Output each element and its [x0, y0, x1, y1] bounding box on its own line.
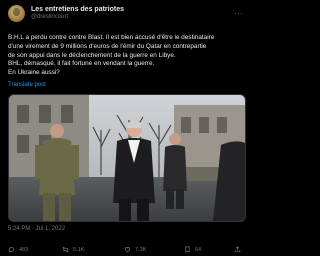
bookmark-count: 64 — [195, 246, 202, 253]
reply-icon — [8, 247, 15, 253]
repost-button[interactable]: 5.1K — [62, 246, 84, 253]
translate-post-link[interactable]: Translate post — [8, 82, 46, 88]
like-button[interactable]: 7.3K — [124, 246, 146, 253]
share-icon — [234, 246, 241, 253]
reply-button[interactable]: 483 — [8, 246, 28, 253]
like-count: 7.3K — [135, 246, 147, 253]
tweet-text-line: BHL, démasqué, il fait fortune en vendan… — [8, 60, 155, 68]
tweet-text: B.H.L a perdu contre contre Blast. Il es… — [8, 34, 246, 78]
repost-count: 5.1K — [73, 246, 85, 253]
bookmark-icon — [185, 246, 190, 253]
bookmark-button[interactable]: 64 — [184, 246, 201, 253]
tweet-text-line: En Ukraine aussi? — [8, 69, 60, 77]
tweet-text-line: de son appui dans le déclenchement de la… — [8, 51, 176, 59]
avatar[interactable] — [8, 5, 25, 22]
tweet-header: Les entretiens des patriotes @dreslincou… — [8, 5, 124, 22]
more-options-icon[interactable]: ··· — [234, 9, 244, 18]
tweet-actions: 483 5.1K 7.3K 64 — [0, 246, 252, 256]
repost-icon — [62, 246, 69, 253]
author-block: Les entretiens des patriotes @dreslincou… — [31, 6, 124, 20]
share-button[interactable] — [234, 246, 241, 253]
author-display-name[interactable]: Les entretiens des patriotes — [31, 6, 124, 14]
author-handle[interactable]: @dreslincourt — [31, 14, 124, 21]
tweet-text-line: d'une virement de 9 millions d'euros de … — [8, 42, 207, 50]
tweet-text-line: B.H.L a perdu contre contre Blast. Il es… — [8, 34, 215, 41]
tweet-photo[interactable] — [8, 94, 246, 222]
heart-icon — [124, 247, 131, 253]
tweet-timestamp[interactable]: 5:24 PM · Jul 1, 2022 — [8, 226, 65, 232]
reply-count: 483 — [19, 246, 29, 253]
